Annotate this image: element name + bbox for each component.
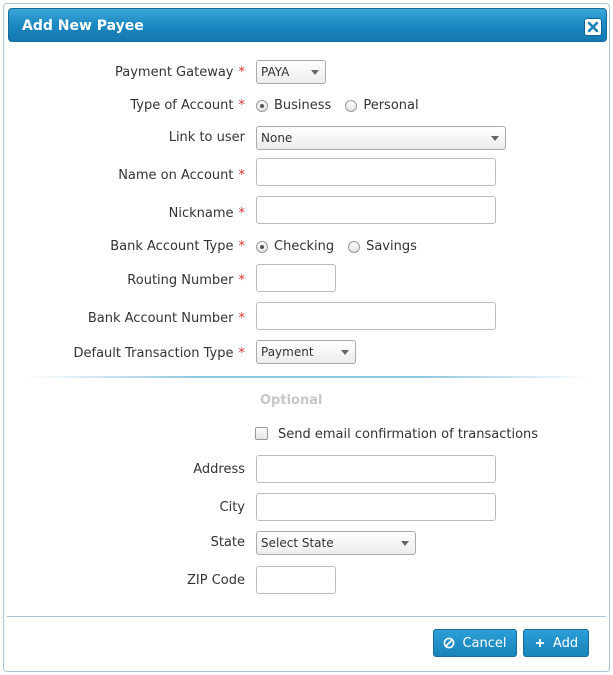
personal-radio[interactable]	[345, 99, 358, 112]
bank-account-type-label: Bank Account Type *	[110, 239, 245, 254]
name-on-account-label: Name on Account *	[118, 168, 245, 183]
zip-input[interactable]	[256, 566, 336, 594]
bank-account-type-row: Bank Account Type * Checking Savings	[4, 235, 611, 265]
add-payee-dialog: Add New Payee Payment Gateway * PAYA Type…	[3, 3, 610, 672]
name-on-account-input[interactable]	[256, 158, 496, 186]
chevron-down-icon	[341, 350, 349, 355]
link-to-user-select[interactable]: None	[256, 126, 506, 150]
type-of-account-radios: Business Personal	[256, 98, 433, 113]
cancel-button[interactable]: Cancel	[433, 629, 517, 657]
email-confirmation-checkbox[interactable]	[255, 427, 268, 440]
zip-row: ZIP Code	[4, 566, 611, 596]
chevron-down-icon	[311, 70, 319, 75]
cancel-button-label: Cancel	[462, 635, 507, 651]
email-confirmation-label: Send email confirmation of transactions	[278, 427, 539, 442]
default-transaction-type-label: Default Transaction Type *	[73, 346, 246, 361]
personal-radio-label: Personal	[363, 98, 419, 113]
name-on-account-row: Name on Account *	[4, 158, 611, 188]
routing-number-label: Routing Number *	[127, 273, 245, 288]
plus-icon	[535, 639, 544, 647]
section-divider	[26, 376, 591, 378]
optional-section-title: Optional	[260, 393, 323, 408]
link-to-user-row: Link to user None	[4, 124, 611, 154]
city-label: City	[219, 500, 245, 515]
bank-account-number-label: Bank Account Number *	[87, 311, 245, 326]
type-of-account-row: Type of Account * Business Personal	[4, 94, 611, 124]
default-transaction-type-row: Default Transaction Type * Payment	[4, 340, 611, 370]
footer-divider	[7, 616, 606, 617]
savings-radio-label: Savings	[366, 239, 417, 254]
link-to-user-label: Link to user	[168, 130, 245, 145]
address-label: Address	[193, 462, 245, 477]
payment-gateway-label: Payment Gateway *	[115, 65, 245, 80]
state-row: State Select State	[4, 531, 611, 561]
address-row: Address	[4, 455, 611, 485]
add-button-label: Add	[552, 635, 579, 651]
savings-radio[interactable]	[348, 240, 361, 253]
checking-radio[interactable]	[256, 240, 268, 253]
state-select[interactable]: Select State	[256, 531, 416, 555]
business-radio-label: Business	[274, 98, 332, 113]
city-input[interactable]	[256, 493, 496, 521]
bank-account-type-radios: Checking Savings	[256, 239, 431, 254]
bank-account-number-input[interactable]	[256, 302, 496, 330]
dialog-title: Add New Payee	[22, 18, 144, 34]
business-radio[interactable]	[256, 99, 268, 112]
routing-number-row: Routing Number *	[4, 264, 611, 294]
cancel-icon	[444, 637, 455, 649]
checking-radio-label: Checking	[274, 239, 335, 254]
nickname-row: Nickname *	[4, 196, 611, 226]
state-value: Select State	[261, 536, 334, 550]
nickname-label: Nickname *	[168, 206, 245, 221]
type-of-account-label: Type of Account *	[130, 98, 245, 113]
payment-gateway-value: PAYA	[261, 65, 290, 79]
default-transaction-type-value: Payment	[261, 345, 314, 359]
state-label: State	[210, 535, 245, 550]
close-button[interactable]	[584, 18, 602, 36]
payment-gateway-select[interactable]: PAYA	[256, 60, 326, 84]
default-transaction-type-select[interactable]: Payment	[256, 340, 356, 364]
chevron-down-icon	[491, 136, 499, 141]
bank-account-number-row: Bank Account Number *	[4, 302, 611, 332]
routing-number-input[interactable]	[256, 264, 336, 292]
payment-gateway-row: Payment Gateway * PAYA	[4, 60, 611, 90]
chevron-down-icon	[401, 541, 409, 546]
close-icon	[587, 21, 599, 33]
nickname-input[interactable]	[256, 196, 496, 224]
add-button[interactable]: Add	[523, 629, 589, 657]
link-to-user-value: None	[261, 131, 293, 145]
dialog-titlebar: Add New Payee	[8, 8, 607, 42]
zip-label: ZIP Code	[187, 573, 245, 588]
city-row: City	[4, 493, 611, 523]
address-input[interactable]	[256, 455, 496, 483]
